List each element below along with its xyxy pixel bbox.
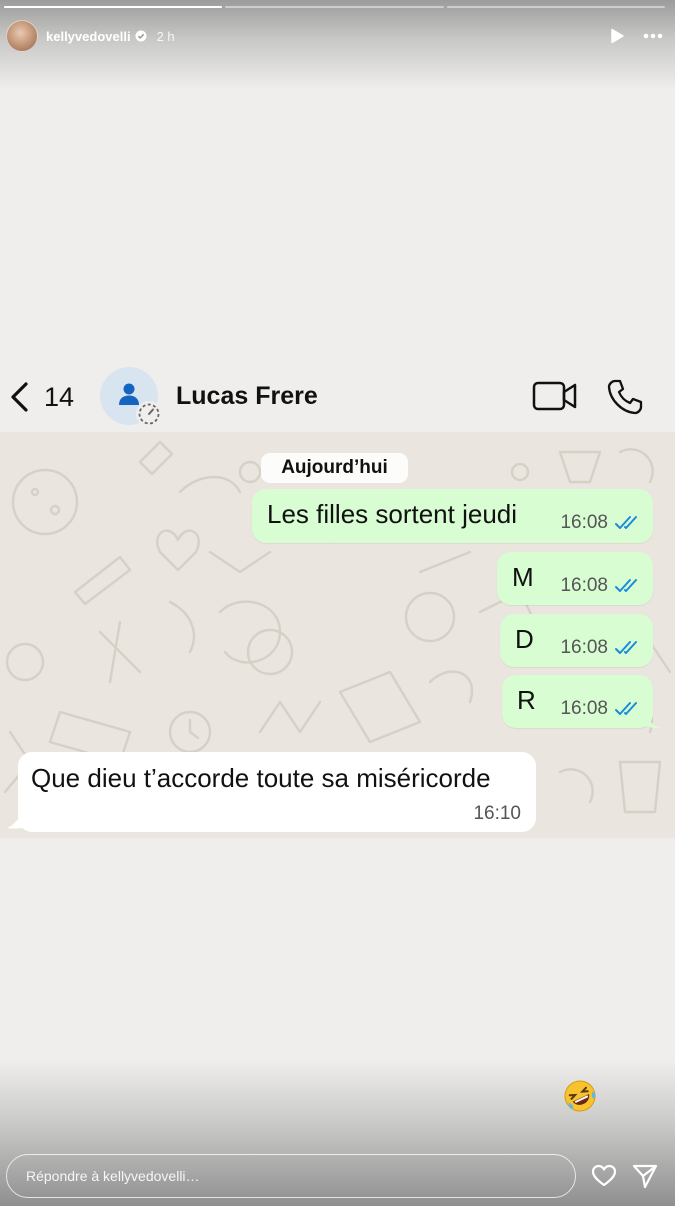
username[interactable]: kellyvedovelli [46,29,131,44]
read-receipt-icon [615,579,637,592]
progress-segment [225,6,444,8]
outgoing-message[interactable]: M 16:08 [497,552,653,605]
message-time: 16:08 [560,575,608,596]
message-time: 16:08 [560,698,608,719]
message-time: 16:08 [560,512,608,533]
message-text: D [515,624,534,654]
phone-call-icon[interactable] [606,378,644,416]
story-time: 2 h [156,28,175,44]
chat-area: Aujourd’hui Les filles sortent jeudi 16:… [0,432,675,838]
outgoing-message[interactable]: D 16:08 [500,614,653,667]
outgoing-message[interactable]: Les filles sortent jeudi 16:08 [252,489,653,543]
story-header: kellyvedovelli 2 h [6,18,663,54]
user-avatar[interactable] [6,20,38,52]
date-separator: Aujourd’hui [261,453,408,483]
read-receipt-icon [615,641,637,654]
message-text: Les filles sortent jeudi [267,499,518,529]
story-progress-bar [4,6,665,8]
message-text: Que dieu t’accorde toute sa miséricorde [31,763,491,793]
back-arrow-icon[interactable] [8,380,32,414]
message-text: R [517,685,536,715]
bubble-tail [7,809,28,829]
contact-name[interactable]: Lucas Frere [176,382,318,411]
send-icon[interactable] [632,1163,658,1189]
message-time: 16:08 [560,637,608,658]
bubble-tail [640,713,661,729]
verified-icon [135,30,147,42]
message-time: 16:10 [473,803,521,824]
heart-icon[interactable] [591,1164,617,1188]
message-text: M [512,562,534,592]
outgoing-message[interactable]: R 16:08 [502,675,653,728]
read-receipt-icon [615,702,637,715]
unread-count[interactable]: 14 [44,382,74,413]
more-icon[interactable] [643,33,663,39]
video-call-icon[interactable] [532,380,578,412]
laughing-emoji [564,1080,596,1112]
progress-segment [4,6,223,8]
progress-fill [4,6,223,8]
disappearing-timer-icon [136,401,162,427]
read-receipt-icon [615,516,637,529]
reply-input[interactable] [6,1154,576,1198]
chat-header: 14 Lucas Frere [0,362,675,432]
play-icon[interactable] [609,28,625,44]
incoming-message[interactable]: Que dieu t’accorde toute sa miséricorde … [18,752,536,832]
progress-segment [446,6,665,8]
